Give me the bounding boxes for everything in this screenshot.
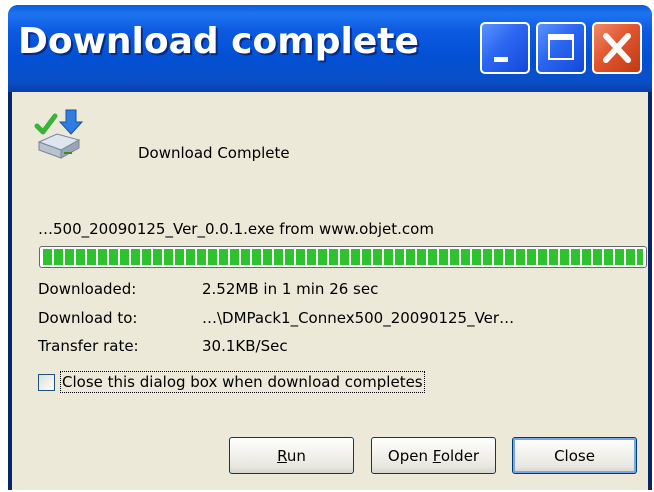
download-to-value: …\DMPack1_Connex500_20090125_Ver… xyxy=(202,309,515,327)
close-when-complete-label[interactable]: Close this dialog box when download comp… xyxy=(60,371,425,393)
progress-bar-fill xyxy=(43,249,643,265)
close-when-complete-checkbox[interactable] xyxy=(38,374,55,391)
transfer-rate-value: 30.1KB/Sec xyxy=(202,337,288,355)
close-window-button[interactable] xyxy=(592,22,642,74)
file-source: …500_20090125_Ver_0.0.1.exe from www.obj… xyxy=(38,220,434,238)
downloaded-value: 2.52MB in 1 min 26 sec xyxy=(202,280,379,298)
open-folder-button-label: Open Folder xyxy=(387,446,480,465)
download-dialog: Download complete Download Complete …500… xyxy=(8,5,652,490)
progress-bar xyxy=(39,246,647,268)
close-button-label: Close xyxy=(554,446,595,465)
close-button[interactable]: Close xyxy=(512,437,637,474)
download-to-label: Download to: xyxy=(38,309,138,327)
status-message: Download Complete xyxy=(138,144,290,162)
minimize-button[interactable] xyxy=(480,22,530,74)
close-icon xyxy=(603,33,631,63)
dialog-body: Download Complete …500_20090125_Ver_0.0.… xyxy=(12,92,648,490)
run-button[interactable]: Run xyxy=(229,437,354,474)
maximize-button[interactable] xyxy=(536,22,586,74)
open-folder-button[interactable]: Open Folder xyxy=(371,437,496,474)
download-complete-icon xyxy=(34,109,84,159)
run-button-label: Run xyxy=(277,446,306,465)
downloaded-label: Downloaded: xyxy=(38,280,137,298)
window-title: Download complete xyxy=(18,21,419,62)
title-bar[interactable]: Download complete xyxy=(8,5,652,92)
transfer-rate-label: Transfer rate: xyxy=(38,337,139,355)
